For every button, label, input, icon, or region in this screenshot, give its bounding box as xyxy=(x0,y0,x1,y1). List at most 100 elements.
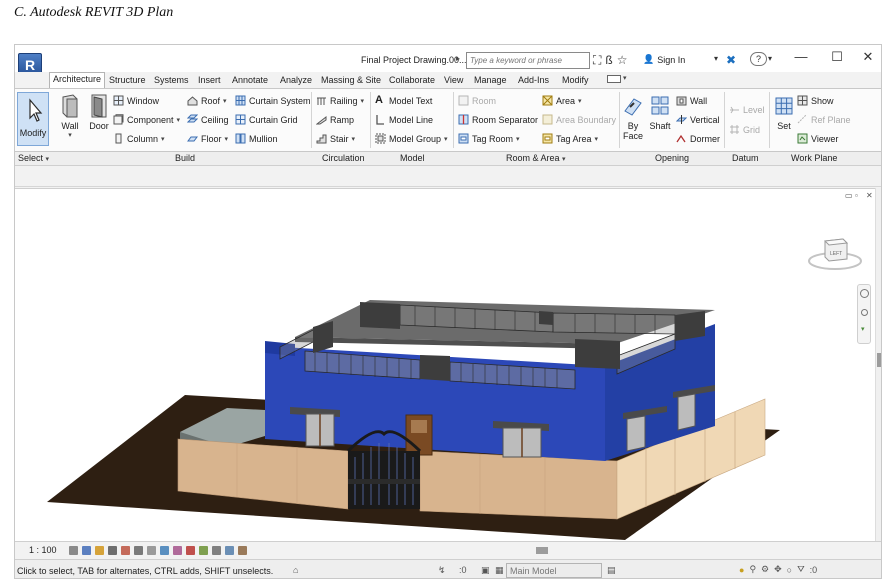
column-dropdown-icon[interactable]: ▾ xyxy=(161,135,165,143)
stair-dropdown-icon[interactable]: ▾ xyxy=(352,135,356,143)
tab-manage[interactable]: Manage xyxy=(471,74,510,86)
tab-architecture[interactable]: Architecture xyxy=(49,72,106,88)
tab-analyze[interactable]: Analyze xyxy=(277,74,315,86)
room-area-panel-title[interactable]: Room & Area ▾ xyxy=(506,153,566,163)
door-button[interactable]: Door xyxy=(87,93,111,131)
tag-area-button[interactable]: Tag Area ▾ xyxy=(542,133,598,144)
component-dropdown-icon[interactable]: ▾ xyxy=(177,116,181,124)
constraints-icon[interactable] xyxy=(238,546,247,555)
view-scale[interactable]: 1 : 100 xyxy=(29,545,57,555)
active-model-selector[interactable]: Main Model xyxy=(506,563,602,578)
underlay-icon[interactable]: ● xyxy=(739,565,744,575)
railing-dropdown-icon[interactable]: ▾ xyxy=(361,97,365,105)
curtain-grid-button[interactable]: Curtain Grid xyxy=(235,114,298,125)
tab-modify[interactable]: Modify xyxy=(559,74,592,86)
rendering-icon[interactable] xyxy=(121,546,130,555)
select-links-icon[interactable]: ▤ xyxy=(607,565,616,576)
tab-systems[interactable]: Systems xyxy=(151,74,192,86)
roof-dropdown-icon[interactable]: ▾ xyxy=(223,97,227,105)
worksets-icon[interactable]: ⌂ xyxy=(293,565,298,575)
mullion-button[interactable]: Mullion xyxy=(235,133,278,144)
help-dropdown-icon[interactable]: ▾ xyxy=(768,54,772,63)
tag-room-dropdown-icon[interactable]: ▾ xyxy=(516,135,520,143)
model-group-button[interactable]: Model Group ▾ xyxy=(375,133,448,144)
tab-add-ins[interactable]: Add-Ins xyxy=(515,74,552,86)
wall-opening-button[interactable]: Wall xyxy=(676,95,707,106)
help-icon[interactable]: ? xyxy=(750,52,767,66)
crop-view-icon[interactable] xyxy=(134,546,143,555)
ref-plane-button[interactable]: Ref Plane xyxy=(797,114,851,125)
exclude-options-icon[interactable]: ▦ xyxy=(495,565,504,576)
3d-view-canvas[interactable]: ▭ ▫ ✕ LEFT ▾ xyxy=(15,188,875,541)
select-panel-title[interactable]: Select ▾ xyxy=(18,153,49,163)
room-separator-button[interactable]: Room Separator xyxy=(458,114,538,125)
tab-view[interactable]: View xyxy=(441,74,466,86)
binoculars-icon[interactable]: ⛶ xyxy=(593,53,601,68)
close-button[interactable]: ✕ xyxy=(858,49,878,65)
tab-massing-site[interactable]: Massing & Site xyxy=(318,74,384,86)
component-button[interactable]: Component ▾ xyxy=(113,114,180,125)
shadows-icon[interactable] xyxy=(108,546,117,555)
tab-annotate[interactable]: Annotate xyxy=(229,74,271,86)
tab-collaborate[interactable]: Collaborate xyxy=(386,74,438,86)
detail-level-icon[interactable] xyxy=(69,546,78,555)
show-work-plane-button[interactable]: Show xyxy=(797,95,834,106)
sun-path-icon[interactable] xyxy=(95,546,104,555)
viewer-button[interactable]: Viewer xyxy=(797,133,838,144)
subscription-icon[interactable]: ß xyxy=(605,53,612,68)
reveal-hidden-icon[interactable] xyxy=(186,546,195,555)
window-button[interactable]: Window xyxy=(113,95,159,106)
horizontal-scrollbar-thumb[interactable] xyxy=(536,547,548,554)
sign-in-dropdown-icon[interactable]: ▾ xyxy=(714,54,718,63)
crop-region-icon[interactable] xyxy=(147,546,156,555)
exchange-apps-icon[interactable]: ✖ xyxy=(726,53,736,67)
ribbon-minimize-toggle[interactable] xyxy=(607,75,621,83)
shaft-button[interactable]: Shaft xyxy=(647,93,673,131)
railing-button[interactable]: Railing ▾ xyxy=(316,95,364,106)
zoom-icon[interactable] xyxy=(861,309,868,316)
ribbon-toggle-dropdown-icon[interactable]: ▾ xyxy=(623,74,627,82)
steering-wheel-icon[interactable] xyxy=(860,289,869,298)
room-button[interactable]: Room xyxy=(458,95,496,106)
tab-insert[interactable]: Insert xyxy=(195,74,224,86)
model-group-dropdown-icon[interactable]: ▾ xyxy=(444,135,448,143)
pinned-elements-icon[interactable]: ⚲ xyxy=(749,564,756,575)
ramp-button[interactable]: Ramp xyxy=(316,114,354,125)
sign-in-button[interactable]: 👤 Sign In xyxy=(643,54,685,65)
curtain-system-button[interactable]: Curtain System xyxy=(235,95,311,106)
background-process-icon[interactable]: ○ xyxy=(787,565,792,575)
viewcube[interactable]: LEFT xyxy=(807,229,863,273)
editable-only-icon[interactable]: ↯ xyxy=(438,565,446,576)
navigation-dropdown-icon[interactable]: ▾ xyxy=(861,325,865,333)
floor-button[interactable]: Floor ▾ xyxy=(187,133,228,144)
model-text-button[interactable]: A Model Text xyxy=(375,95,432,106)
minimize-button[interactable]: — xyxy=(791,49,811,64)
vertical-scrollbar-thumb[interactable] xyxy=(877,353,881,367)
filter-icon[interactable]: ⛛ xyxy=(797,564,805,575)
tab-structure[interactable]: Structure xyxy=(106,74,149,86)
search-input[interactable] xyxy=(466,52,590,69)
drag-elements-icon[interactable]: ✥ xyxy=(774,564,782,575)
tag-room-button[interactable]: Tag Room ▾ xyxy=(458,133,520,144)
level-button[interactable]: Level xyxy=(729,104,765,115)
temporary-view-properties-icon[interactable] xyxy=(199,546,208,555)
roof-button[interactable]: Roof ▾ xyxy=(187,95,227,106)
worksharing-display-icon[interactable] xyxy=(212,546,221,555)
analytical-model-icon[interactable] xyxy=(225,546,234,555)
column-button[interactable]: Column ▾ xyxy=(113,133,165,144)
vertical-scrollbar[interactable] xyxy=(875,188,881,541)
favorites-star-icon[interactable]: ☆ xyxy=(617,53,628,68)
search-expand-icon[interactable]: ▸ xyxy=(456,54,465,68)
design-options-icon[interactable]: ▣ xyxy=(481,565,490,576)
wall-button[interactable]: Wall ▾ xyxy=(58,93,82,139)
area-button[interactable]: Area ▾ xyxy=(542,95,582,106)
tag-area-dropdown-icon[interactable]: ▾ xyxy=(595,135,599,143)
ceiling-button[interactable]: Ceiling xyxy=(187,114,229,125)
select-by-face-icon[interactable]: ⚙ xyxy=(761,564,769,575)
dormer-button[interactable]: Dormer xyxy=(676,133,720,144)
unlock-3d-view-icon[interactable] xyxy=(160,546,169,555)
modify-button[interactable]: Modify xyxy=(17,92,49,146)
grid-button[interactable]: Grid xyxy=(729,124,760,135)
stair-button[interactable]: Stair ▾ xyxy=(316,133,355,144)
area-dropdown-icon[interactable]: ▾ xyxy=(578,97,582,105)
